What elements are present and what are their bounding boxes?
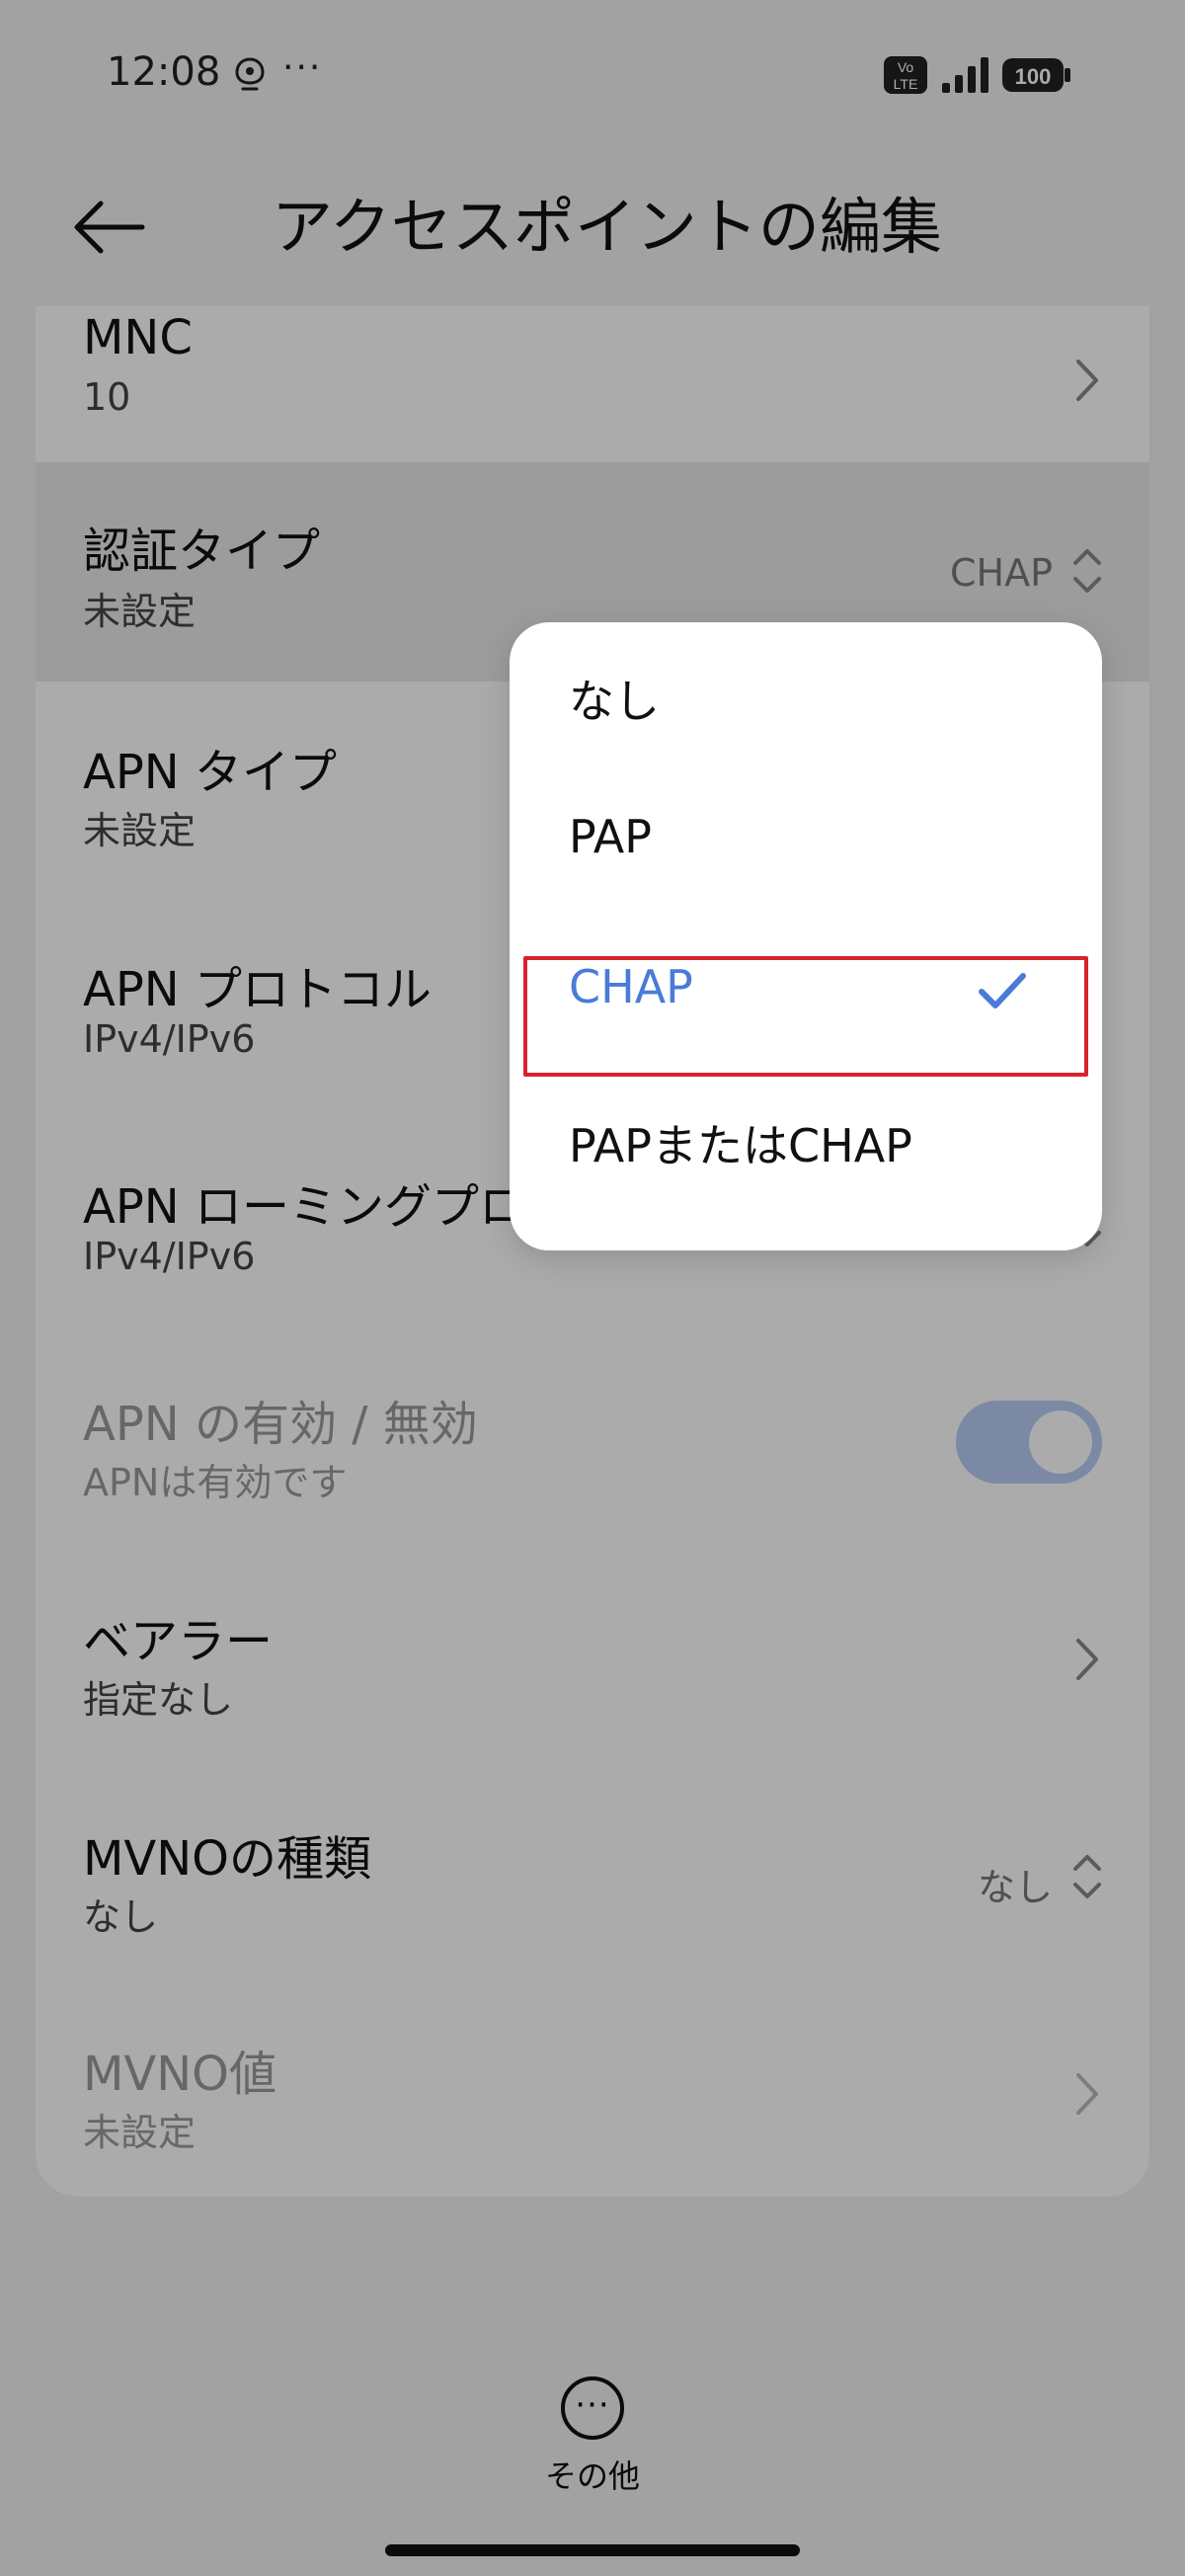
- auth-type-popup-menu: なし PAP CHAP PAPまたはCHAP: [510, 622, 1102, 1250]
- menu-option-pap[interactable]: PAP: [510, 766, 1102, 915]
- menu-option-label: PAPまたはCHAP: [569, 1119, 912, 1172]
- menu-option-label: なし: [569, 675, 660, 728]
- menu-option-none[interactable]: なし: [510, 622, 1102, 770]
- menu-option-pap-or-chap[interactable]: PAPまたはCHAP: [510, 1067, 1102, 1215]
- menu-option-label: PAP: [569, 810, 653, 863]
- dim-overlay[interactable]: [0, 0, 1185, 2576]
- selection-highlight-box: [523, 956, 1088, 1077]
